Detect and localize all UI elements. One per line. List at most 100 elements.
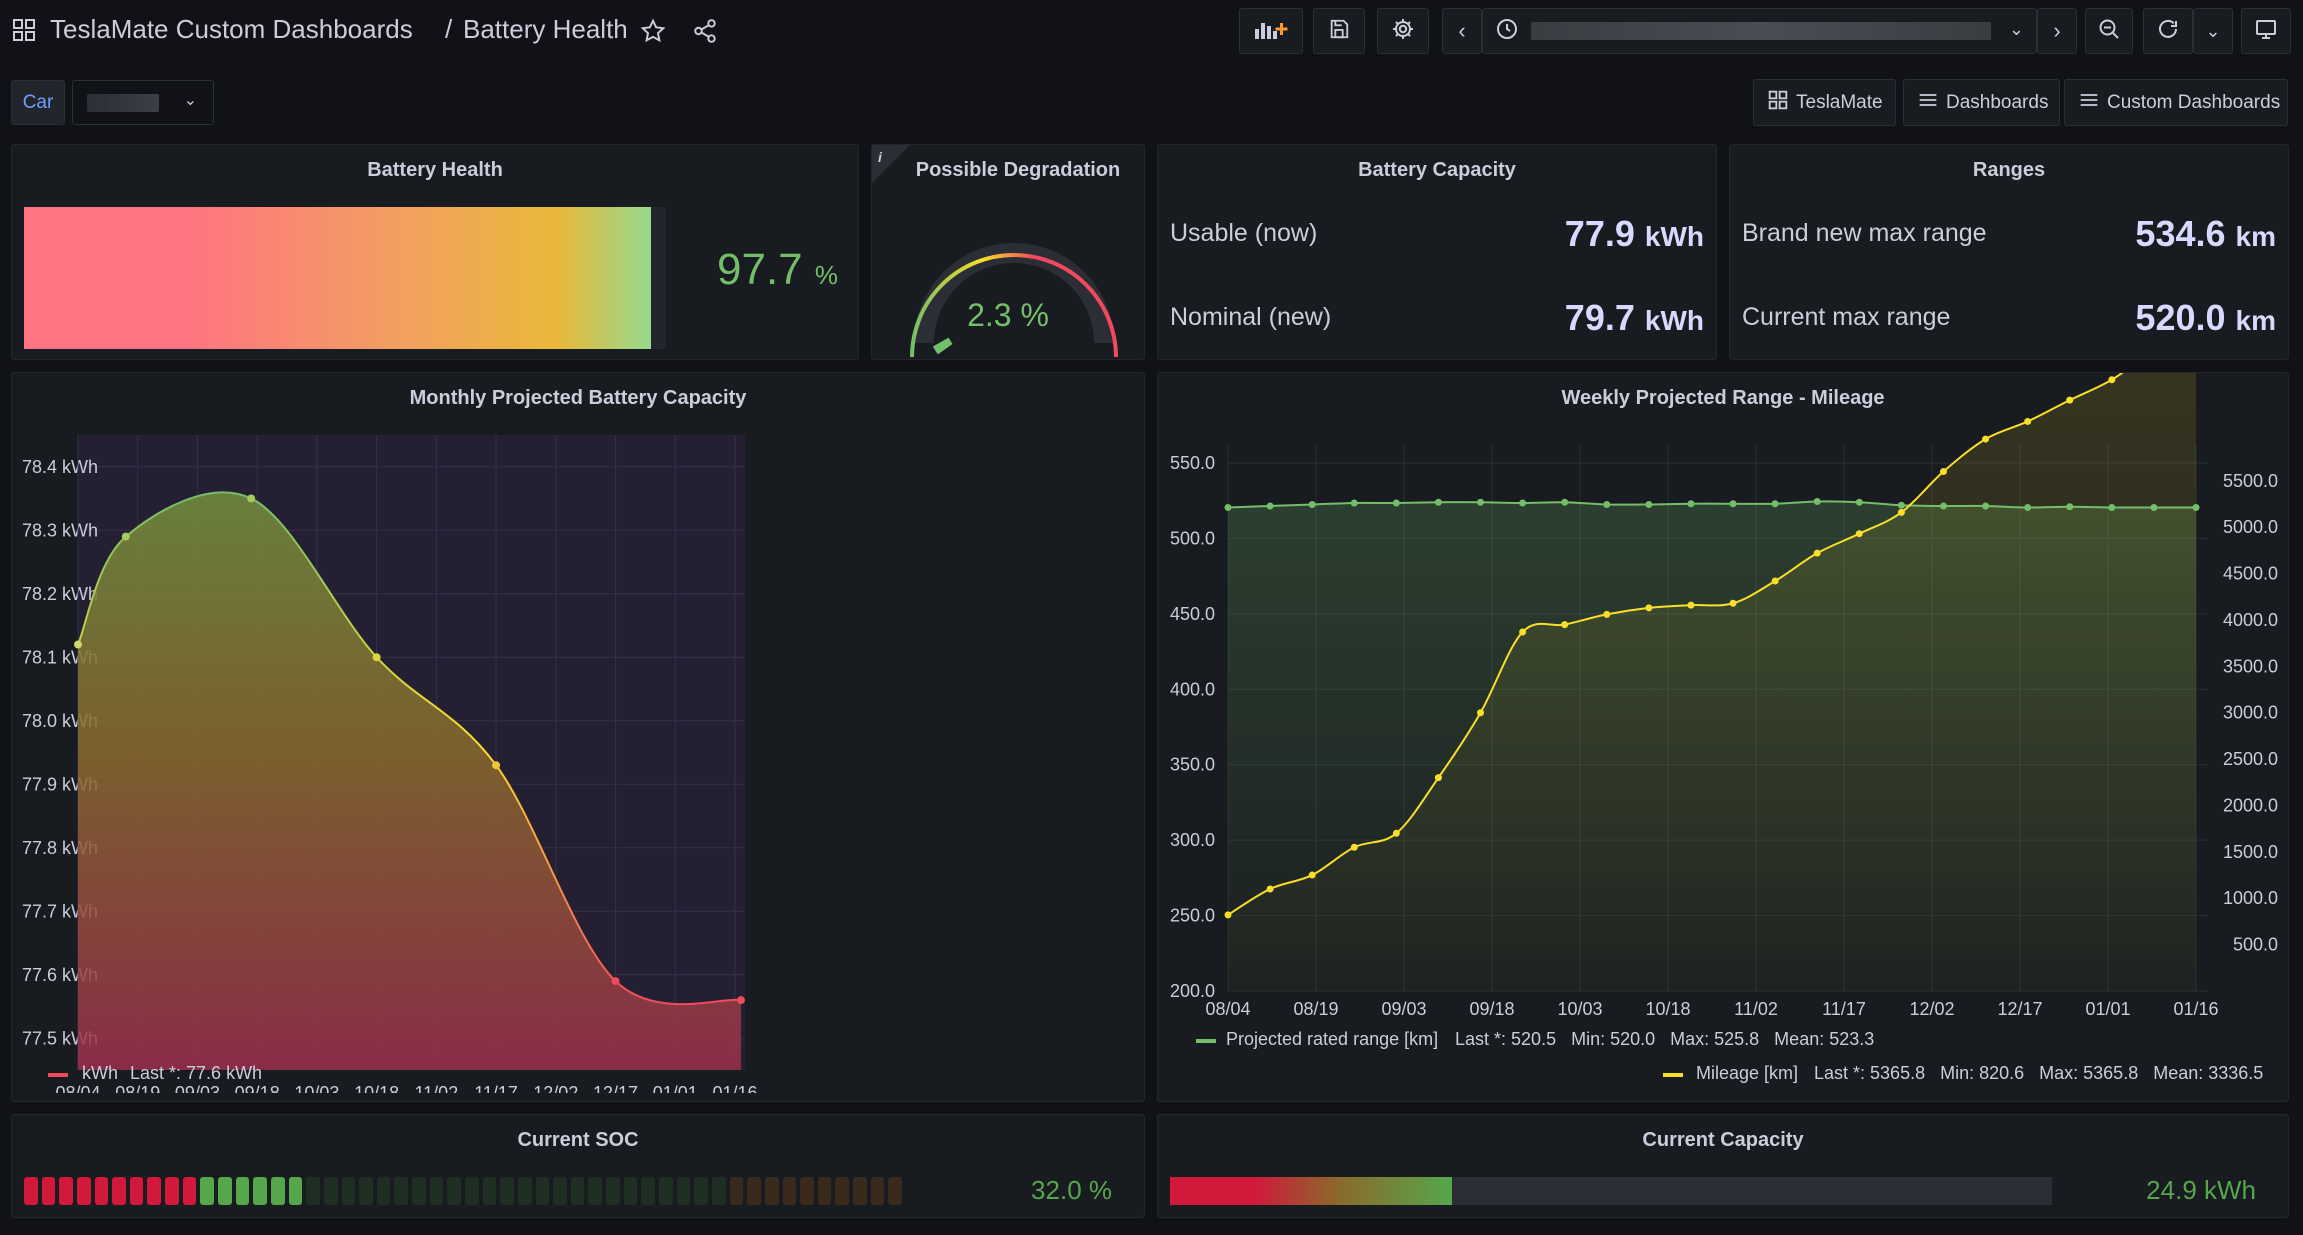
x-tick-label: 11/02 [415, 1083, 459, 1093]
tv-mode-button[interactable] [2241, 8, 2291, 54]
legend-monthly-name[interactable]: kWh [82, 1063, 118, 1084]
refresh-interval-dropdown[interactable]: ⌄ [2193, 8, 2233, 54]
page-title[interactable]: Battery Health [463, 14, 628, 45]
legend-weekly-range-name[interactable]: Projected rated range [km] [1226, 1029, 1438, 1050]
x-tick-label: 11/02 [1734, 999, 1778, 1019]
data-point-kwh [372, 653, 381, 662]
current-range-unit: km [2235, 305, 2276, 336]
time-range-picker[interactable]: ⌄ [1482, 8, 2037, 54]
x-tick-label: 12/17 [593, 1083, 638, 1093]
data-point-range [1855, 498, 1863, 506]
weekly-chart[interactable]: 550.0 500.0 450.0 400.0 350.0 300.0 250.0 200.0… [1158, 373, 2290, 1093]
soc-cell [623, 1177, 638, 1205]
soc-value: 32.0 % [1031, 1175, 1112, 1205]
soc-cell [412, 1177, 426, 1205]
breadcrumb-folder[interactable]: TeslaMate Custom Dashboards [50, 14, 413, 45]
legend-weekly-mileage-name[interactable]: Mileage [km] [1696, 1063, 1798, 1084]
data-point-mileage [1645, 604, 1653, 612]
data-point-range [1897, 501, 1905, 509]
capacity-bar-fill [1170, 1177, 1453, 1205]
new-range-number: 534.6 [2135, 213, 2226, 254]
soc-cell [500, 1177, 514, 1205]
x-tick-label: 09/03 [175, 1083, 220, 1093]
data-point-mileage [1224, 911, 1232, 919]
data-point-range [1603, 500, 1611, 508]
soc-cell [517, 1177, 532, 1205]
battery-health-number: 97.7 [717, 245, 803, 294]
data-point-range [1224, 504, 1232, 512]
soc-cell [165, 1177, 179, 1205]
refresh-button[interactable] [2143, 8, 2193, 54]
current-range-value: 520.0 km [2135, 297, 2276, 339]
y-left-tick-label: 250.0 [1170, 906, 1215, 926]
new-range-unit: km [2235, 221, 2276, 252]
zoom-out-button[interactable] [2085, 8, 2133, 54]
panel-title: Battery Health [367, 159, 503, 181]
monthly-chart[interactable]: 78.4 kWh78.3 kWh78.2 kWh78.1 kWh78.0 kWh… [12, 373, 1146, 1093]
link-custom-dashboards[interactable]: Custom Dashboards [2064, 79, 2288, 126]
chevron-left-icon: ‹ [1458, 18, 1466, 43]
top-nav: TeslaMate Custom Dashboards / Battery He… [0, 0, 2303, 62]
soc-cell [570, 1177, 585, 1205]
settings-button[interactable] [1377, 8, 1429, 54]
time-range-forward-button[interactable]: › [2037, 8, 2077, 54]
data-point-mileage [1477, 709, 1485, 717]
y-tick-label: 78.4 kWh [22, 457, 98, 477]
soc-cell [341, 1177, 356, 1205]
panel-monthly-capacity: Monthly Projected Battery Capacity 78.4 … [11, 372, 1145, 1102]
star-icon[interactable] [640, 18, 666, 44]
soc-cell [729, 1177, 744, 1205]
legend-swatch-green [1196, 1039, 1216, 1043]
y-left-tick-label: 200.0 [1170, 981, 1215, 1001]
battery-health-bar-track [24, 207, 666, 349]
clock-icon [1495, 17, 1519, 46]
time-range-back-button[interactable]: ‹ [1442, 8, 1482, 54]
share-icon[interactable] [692, 18, 718, 44]
y-right-tick-label: 4000.0 [2223, 610, 2278, 630]
data-point-range [2192, 504, 2200, 512]
add-panel-button[interactable] [1239, 8, 1303, 54]
data-point-range [1982, 502, 1990, 510]
battery-health-unit: % [814, 260, 838, 290]
x-tick-label: 08/04 [1205, 999, 1250, 1019]
usable-number: 77.9 [1564, 213, 1635, 254]
x-tick-label: 10/03 [1557, 999, 1602, 1019]
soc-cell [24, 1177, 38, 1205]
panel-possible-degradation: i Possible Degradation 2.3 % [871, 144, 1145, 360]
zoom-out-icon [2097, 17, 2121, 46]
y-left-tick-label: 350.0 [1170, 755, 1215, 775]
degradation-value: 2.3 % [967, 297, 1049, 333]
panel-ranges: Ranges Brand new max range 534.6 km Curr… [1729, 144, 2289, 360]
data-point-mileage [1519, 628, 1527, 636]
data-point-mileage [2024, 417, 2032, 425]
soc-cell [676, 1177, 691, 1205]
panel-current-soc: Current SOC 32.0 % [11, 1114, 1145, 1218]
link-teslamate[interactable]: TeslaMate [1753, 79, 1896, 126]
data-point-mileage [1266, 885, 1274, 893]
x-tick-label: 12/17 [1997, 999, 2042, 1019]
apps-grid-icon[interactable] [12, 18, 36, 42]
data-point-range [1687, 500, 1695, 508]
data-point-range [1350, 499, 1358, 507]
variable-car-label: Car [11, 80, 65, 125]
save-icon [1328, 18, 1350, 45]
panel-battery-capacity: Battery Capacity Usable (now) 77.9 kWh N… [1157, 144, 1717, 360]
info-icon[interactable]: i [878, 149, 882, 165]
apps-grid-icon [1768, 90, 1788, 115]
soc-cell [76, 1177, 91, 1205]
y-left-tick-label: 450.0 [1170, 604, 1215, 624]
y-right-tick-label: 1000.0 [2223, 888, 2278, 908]
monitor-icon [2254, 17, 2278, 46]
data-point-mileage [1350, 843, 1358, 851]
chevron-down-icon: ⌄ [2008, 19, 2024, 39]
nominal-label: Nominal (new) [1170, 303, 1332, 331]
y-right-tick-label: 5000.0 [2223, 517, 2278, 537]
chevron-right-icon: › [2053, 18, 2061, 43]
data-point-kwh [492, 761, 501, 770]
x-tick-label: 01/01 [653, 1083, 698, 1093]
data-point-range [1813, 497, 1821, 505]
link-dashboards[interactable]: Dashboards [1903, 79, 2060, 126]
variable-car-select[interactable]: ⌄ [72, 80, 214, 125]
save-dashboard-button[interactable] [1313, 8, 1365, 54]
nominal-number: 79.7 [1564, 297, 1635, 338]
